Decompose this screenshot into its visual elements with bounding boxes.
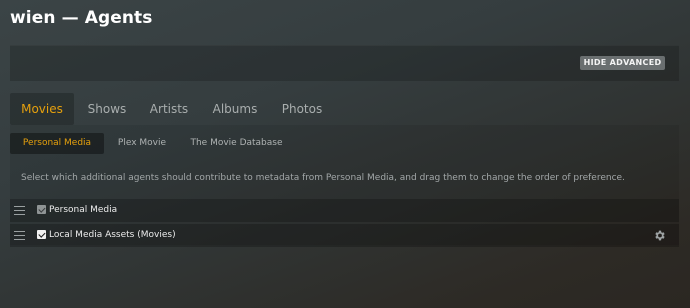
advanced-bar: HIDE ADVANCED	[10, 45, 679, 81]
drag-handle-icon[interactable]	[14, 206, 25, 215]
tab-artists[interactable]: Artists	[143, 93, 195, 125]
gear-icon[interactable]	[653, 229, 666, 242]
agent-checkbox-local-media-assets[interactable]	[37, 230, 46, 239]
library-type-tabs: Movies Shows Artists Albums Photos	[10, 93, 679, 125]
tab-the-movie-database[interactable]: The Movie Database	[186, 133, 287, 154]
agent-checkbox-personal-media	[37, 205, 46, 214]
agent-label: Personal Media	[49, 205, 118, 215]
tab-personal-media[interactable]: Personal Media	[10, 133, 104, 154]
agents-description: Select which additional agents should co…	[21, 173, 625, 183]
tab-plex-movie[interactable]: Plex Movie	[110, 133, 174, 154]
drag-handle-icon[interactable]	[14, 231, 25, 240]
agent-row-local-media-assets[interactable]: Local Media Assets (Movies)	[10, 224, 679, 247]
page-title: wien — Agents	[10, 8, 153, 28]
tab-movies[interactable]: Movies	[10, 93, 74, 125]
agent-row-personal-media[interactable]: Personal Media	[10, 199, 679, 222]
agent-source-tabs: Personal Media Plex Movie The Movie Data…	[10, 133, 679, 154]
agent-label: Local Media Assets (Movies)	[49, 230, 176, 240]
hide-advanced-button[interactable]: HIDE ADVANCED	[580, 56, 665, 70]
tab-photos[interactable]: Photos	[277, 93, 327, 125]
tab-albums[interactable]: Albums	[208, 93, 262, 125]
tab-shows[interactable]: Shows	[82, 93, 132, 125]
